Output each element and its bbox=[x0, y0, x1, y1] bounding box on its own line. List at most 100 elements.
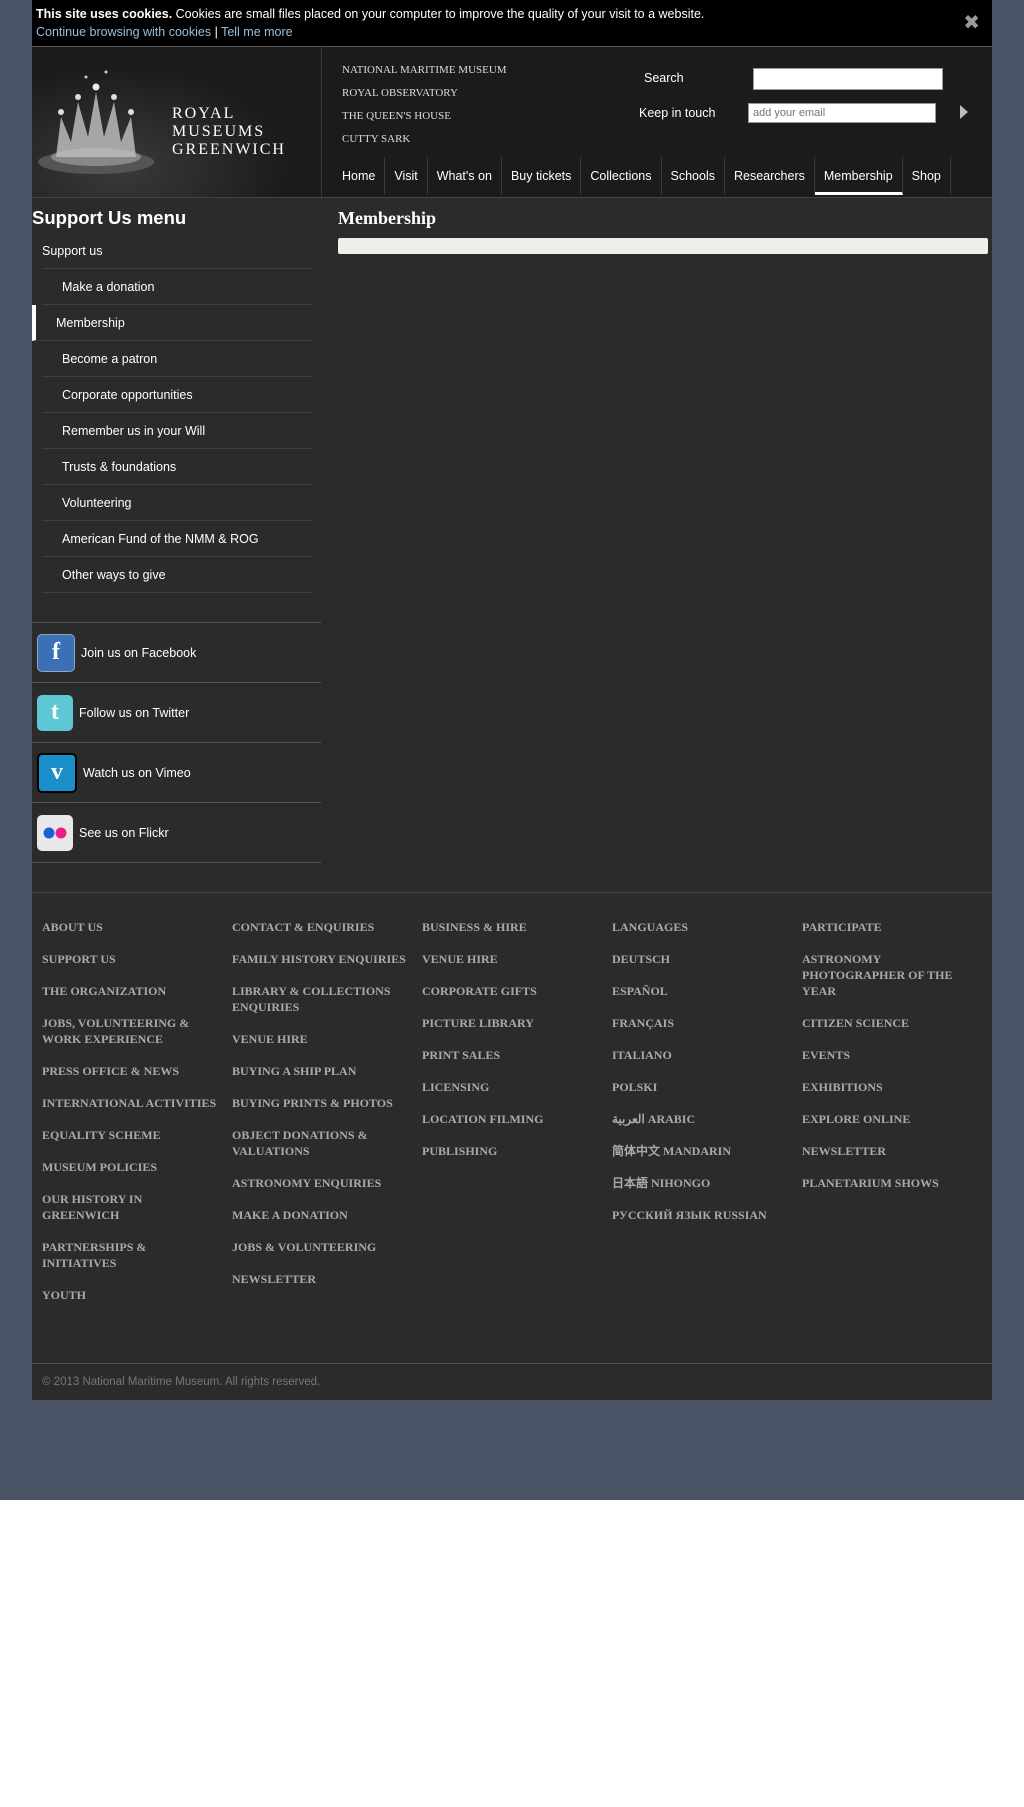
social-flickr[interactable]: See us on Flickr bbox=[32, 802, 321, 863]
footer-link[interactable]: 日本語 NIHONGO bbox=[612, 1175, 792, 1191]
sidebar-item-make-donation[interactable]: Make a donation bbox=[42, 269, 312, 305]
footer-link[interactable]: DEUTSCH bbox=[612, 951, 792, 967]
footer-link[interactable]: NEWSLETTER bbox=[802, 1143, 982, 1159]
footer-link[interactable]: SUPPORT US bbox=[42, 951, 222, 967]
copyright-text: © 2013 National Maritime Museum. All rig… bbox=[42, 1376, 321, 1388]
footer-link[interactable]: CONTACT & ENQUIRIES bbox=[232, 919, 412, 935]
footer-link[interactable]: EVENTS bbox=[802, 1047, 982, 1063]
footer-link[interactable]: العربية ARABIC bbox=[612, 1111, 792, 1127]
footer-link[interactable]: MUSEUM POLICIES bbox=[42, 1159, 222, 1175]
footer-link[interactable]: LOCATION FILMING bbox=[422, 1111, 602, 1127]
site-link-nmm[interactable]: NATIONAL MARITIME MUSEUM bbox=[342, 59, 507, 82]
footer-link[interactable]: MAKE A DONATION bbox=[232, 1207, 412, 1223]
nav-researchers[interactable]: Researchers bbox=[725, 157, 815, 195]
site-link-queens-house[interactable]: THE QUEEN'S HOUSE bbox=[342, 105, 507, 128]
footer-link[interactable]: ESPAÑOL bbox=[612, 983, 792, 999]
footer-link[interactable]: OBJECT DONATIONS & VALUATIONS bbox=[232, 1127, 412, 1159]
sidebar-menu: Support us Make a donation Membership Be… bbox=[32, 233, 312, 593]
footer-link[interactable]: THE ORGANIZATION bbox=[42, 983, 222, 999]
sidebar-item-become-patron[interactable]: Become a patron bbox=[42, 341, 312, 377]
footer-link[interactable]: PRESS OFFICE & NEWS bbox=[42, 1063, 222, 1079]
footer-link[interactable]: CITIZEN SCIENCE bbox=[802, 1015, 982, 1031]
footer-link[interactable]: JOBS, VOLUNTEERING & WORK EXPERIENCE bbox=[42, 1015, 222, 1047]
footer-link[interactable]: BUYING A SHIP PLAN bbox=[232, 1063, 412, 1079]
social-twitter[interactable]: t Follow us on Twitter bbox=[32, 682, 321, 742]
content-panel bbox=[338, 238, 988, 254]
facebook-icon: f bbox=[37, 633, 75, 672]
footer-link[interactable]: OUR HISTORY IN GREENWICH bbox=[42, 1191, 222, 1223]
sidebar-item-volunteering[interactable]: Volunteering bbox=[42, 485, 312, 521]
site-header: ROYAL MUSEUMS GREENWICH NATIONAL MARITIM… bbox=[32, 47, 992, 198]
nav-buy-tickets[interactable]: Buy tickets bbox=[502, 157, 582, 195]
cookie-banner: This site uses cookies. Cookies are smal… bbox=[32, 0, 992, 47]
site-link-cutty-sark[interactable]: CUTTY SARK bbox=[342, 128, 507, 151]
social-links: f Join us on Facebook t Follow us on Twi… bbox=[32, 622, 321, 863]
tell-me-more-link[interactable]: Tell me more bbox=[221, 25, 293, 39]
footer-link[interactable]: EXHIBITIONS bbox=[802, 1079, 982, 1095]
footer-link[interactable]: ABOUT US bbox=[42, 919, 222, 935]
footer-col-contact: CONTACT & ENQUIRIES FAMILY HISTORY ENQUIR… bbox=[232, 919, 412, 1303]
logo[interactable]: ROYAL MUSEUMS GREENWICH bbox=[32, 47, 322, 197]
footer-link[interactable]: CORPORATE GIFTS bbox=[422, 983, 602, 999]
footer-link[interactable]: PRINT SALES bbox=[422, 1047, 602, 1063]
social-vimeo[interactable]: v Watch us on Vimeo bbox=[32, 742, 321, 802]
footer-link[interactable]: EQUALITY SCHEME bbox=[42, 1127, 222, 1143]
footer-link[interactable]: LANGUAGES bbox=[612, 919, 792, 935]
cookie-separator: | bbox=[214, 25, 218, 39]
nav-schools[interactable]: Schools bbox=[662, 157, 725, 195]
sidebar-item-will[interactable]: Remember us in your Will bbox=[42, 413, 312, 449]
footer-link[interactable]: ASTRONOMY ENQUIRIES bbox=[232, 1175, 412, 1191]
footer-link[interactable]: NEWSLETTER bbox=[232, 1271, 412, 1287]
footer-link[interactable]: ITALIANO bbox=[612, 1047, 792, 1063]
cookie-message: This site uses cookies. Cookies are smal… bbox=[36, 7, 704, 21]
cookie-text: Cookies are small files placed on your c… bbox=[175, 7, 705, 21]
footer-link[interactable]: VENUE HIRE bbox=[232, 1031, 412, 1047]
sidebar-item-american-fund[interactable]: American Fund of the NMM & ROG bbox=[42, 521, 312, 557]
footer-link[interactable]: VENUE HIRE bbox=[422, 951, 602, 967]
footer-link[interactable]: INTERNATIONAL ACTIVITIES bbox=[42, 1095, 222, 1111]
footer-link[interactable]: BUSINESS & HIRE bbox=[422, 919, 602, 935]
footer-link[interactable]: PUBLISHING bbox=[422, 1143, 602, 1159]
brand-line: MUSEUMS bbox=[172, 123, 266, 140]
footer-link[interactable]: LICENSING bbox=[422, 1079, 602, 1095]
site-link-observatory[interactable]: ROYAL OBSERVATORY bbox=[342, 82, 507, 105]
footer-link[interactable]: FRANÇAIS bbox=[612, 1015, 792, 1031]
nav-collections[interactable]: Collections bbox=[581, 157, 662, 195]
footer-link[interactable]: POLSKI bbox=[612, 1079, 792, 1095]
nav-membership[interactable]: Membership bbox=[814, 157, 903, 195]
page-title: Membership bbox=[338, 208, 436, 228]
social-label: Watch us on Vimeo bbox=[83, 765, 191, 780]
footer-col-languages: LANGUAGES DEUTSCH ESPAÑOL FRANÇAIS ITALIANO P… bbox=[612, 919, 792, 1239]
nav-visit[interactable]: Visit bbox=[385, 157, 428, 195]
social-label: See us on Flickr bbox=[79, 825, 169, 840]
sidebar-item-support-us[interactable]: Support us bbox=[42, 233, 312, 269]
sidebar-item-other-ways[interactable]: Other ways to give bbox=[42, 557, 312, 593]
sidebar-item-corporate[interactable]: Corporate opportunities bbox=[42, 377, 312, 413]
footer-link[interactable]: PICTURE LIBRARY bbox=[422, 1015, 602, 1031]
footer-link[interactable]: FAMILY HISTORY ENQUIRIES bbox=[232, 951, 412, 967]
footer-link[interactable]: YOUTH bbox=[42, 1287, 222, 1303]
footer-link[interactable]: PARTNERSHIPS & INITIATIVES bbox=[42, 1239, 222, 1271]
nav-home[interactable]: Home bbox=[333, 157, 386, 195]
submit-arrow-icon[interactable] bbox=[960, 105, 968, 119]
brand-line: GREENWICH bbox=[172, 141, 286, 158]
search-input[interactable] bbox=[753, 68, 943, 90]
footer-link[interactable]: PLANETARIUM SHOWS bbox=[802, 1175, 982, 1191]
close-icon[interactable]: ✖ bbox=[963, 10, 980, 35]
footer-link[interactable]: РУССКИЙ ЯЗЫК RUSSIAN bbox=[612, 1207, 792, 1223]
footer-link[interactable]: LIBRARY & COLLECTIONS ENQUIRIES bbox=[232, 983, 412, 1015]
sidebar-item-membership[interactable]: Membership bbox=[32, 305, 312, 341]
sidebar-item-trusts[interactable]: Trusts & foundations bbox=[42, 449, 312, 485]
nav-whats-on[interactable]: What's on bbox=[428, 157, 502, 195]
footer-link[interactable]: BUYING PRINTS & PHOTOS bbox=[232, 1095, 412, 1111]
nav-shop[interactable]: Shop bbox=[903, 157, 951, 195]
footer-link[interactable]: EXPLORE ONLINE bbox=[802, 1111, 982, 1127]
footer-link[interactable]: JOBS & VOLUNTEERING bbox=[232, 1239, 412, 1255]
footer-link[interactable]: 简体中文 MANDARIN bbox=[612, 1143, 792, 1159]
twitter-icon: t bbox=[37, 694, 73, 731]
social-facebook[interactable]: f Join us on Facebook bbox=[32, 622, 321, 682]
continue-cookies-link[interactable]: Continue browsing with cookies bbox=[36, 25, 211, 39]
email-field[interactable] bbox=[748, 103, 936, 123]
footer-link[interactable]: ASTRONOMY PHOTOGRAPHER OF THE YEAR bbox=[802, 951, 982, 999]
footer-link[interactable]: PARTICIPATE bbox=[802, 919, 982, 935]
